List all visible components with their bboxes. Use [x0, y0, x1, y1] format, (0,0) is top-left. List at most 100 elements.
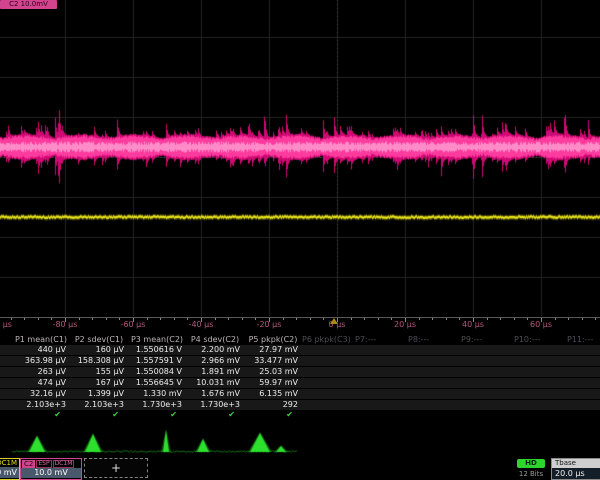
- measurement-value: 474 µV: [12, 378, 66, 388]
- measurement-value: 59.97 mV: [244, 378, 298, 388]
- time-axis-tick: [582, 318, 583, 320]
- time-axis-tick: [487, 318, 488, 320]
- measurement-status-check-icon: ✔: [70, 410, 119, 419]
- measurement-row: 2.103e+32.103e+31.730e+31.730e+3292: [0, 400, 600, 410]
- time-axis-tick: [242, 318, 243, 320]
- time-axis-tick: [323, 318, 324, 320]
- measurement-value: 1.676 mV: [186, 389, 240, 399]
- measurement-value: 1.556645 V: [128, 378, 182, 388]
- add-trace-button[interactable]: +: [84, 458, 148, 478]
- c2-scale-value: 10.0 mV: [21, 468, 81, 478]
- time-axis-label: -100 µs: [0, 320, 12, 329]
- channel-c2-descriptor[interactable]: C2 ESP DC1M 10.0 mV: [20, 458, 82, 480]
- measurement-value: 10.031 mV: [186, 378, 240, 388]
- time-axis-tick: [568, 318, 569, 320]
- time-axis-label: -20 µs: [257, 320, 282, 329]
- timebase-label: Tbase: [552, 459, 600, 468]
- c1-coupling-label: DC1M: [0, 459, 19, 467]
- measurement-header-unused[interactable]: P6 pkpk(C3): [302, 334, 354, 345]
- measurement-status-check-icon: ✔: [12, 410, 61, 419]
- measurement-value: 160 µV: [70, 345, 124, 355]
- measurement-value: 363.98 µV: [12, 356, 66, 366]
- time-axis-tick: [364, 318, 365, 320]
- measurement-value: 440 µV: [12, 345, 66, 355]
- time-axis-tick: [527, 318, 528, 320]
- measurement-header-unused[interactable]: P10:---: [514, 334, 566, 345]
- measurement-header-unused[interactable]: P11:---: [567, 334, 600, 345]
- measurement-header-unused[interactable]: P8:---: [408, 334, 460, 345]
- time-axis-tick: [38, 318, 39, 320]
- time-axis-tick: [92, 318, 93, 320]
- measurement-header[interactable]: P3 mean(C2): [128, 334, 186, 345]
- time-axis-tick: [446, 318, 447, 320]
- measurement-value: 25.03 mV: [244, 367, 298, 377]
- measurement-row: 440 µV160 µV1.550616 V2.200 mV27.97 mV: [0, 345, 600, 355]
- measurement-status-check-icon: ✔: [128, 410, 177, 419]
- time-axis-tick: [215, 318, 216, 320]
- time-axis-tick: [595, 318, 596, 320]
- timebase-descriptor[interactable]: Tbase 20.0 µs: [551, 458, 600, 480]
- channel-c1-descriptor[interactable]: DC1M 0 mV: [0, 458, 20, 480]
- time-axis-line: [0, 317, 600, 318]
- c2-esp-tag: ESP: [36, 460, 51, 468]
- waveform-grid[interactable]: C2 10.0mV: [0, 0, 600, 316]
- measurement-value: 1.891 mV: [186, 367, 240, 377]
- measurement-status-row: ✔✔✔✔✔: [0, 411, 600, 420]
- measurement-row: 363.98 µV158.308 µV1.557591 V2.966 mV33.…: [0, 356, 600, 366]
- measurement-value: 2.103e+3: [70, 400, 124, 410]
- time-axis-label: 20 µs: [394, 320, 416, 329]
- measurement-header[interactable]: P5 pkpk(C2): [244, 334, 302, 345]
- measurement-table: P1 mean(C1)P2 sdev(C1)P3 mean(C2)P4 sdev…: [0, 334, 600, 420]
- time-axis-tick: [228, 318, 229, 320]
- measurement-value: 2.103e+3: [12, 400, 66, 410]
- measurement-value: 1.550084 V: [128, 367, 182, 377]
- waveform-canvas[interactable]: [0, 0, 600, 316]
- time-axis-label: 40 µs: [462, 320, 484, 329]
- measurement-value: 292: [244, 400, 298, 410]
- time-axis-tick: [174, 318, 175, 320]
- measurement-value: 155 µV: [70, 367, 124, 377]
- time-axis-tick: [310, 318, 311, 320]
- c2-trace-badge[interactable]: C2 10.0mV: [0, 0, 57, 9]
- measurement-value: 1.730e+3: [128, 400, 182, 410]
- hd-mode-badge[interactable]: HD: [517, 459, 545, 468]
- measurement-header-unused[interactable]: P9:---: [461, 334, 513, 345]
- time-axis-tick: [378, 318, 379, 320]
- measurement-row: 474 µV 167 µV 1.556645 V 10.031 mV 59.97 mV: [0, 378, 600, 388]
- measurement-header-unused[interactable]: P7:---: [355, 334, 407, 345]
- measurement-value: 158.308 µV: [70, 356, 124, 366]
- measurement-status-check-icon: ✔: [244, 410, 293, 419]
- math-trace-canvas[interactable]: [0, 424, 600, 458]
- measurement-header[interactable]: P4 sdev(C2): [186, 334, 244, 345]
- time-axis-label: 60 µs: [530, 320, 552, 329]
- measurement-row: 32.16 µV1.399 µV1.330 mV1.676 mV6.135 mV: [0, 389, 600, 399]
- oscilloscope-screen: C2 10.0mV -100 µs -80 µs -60 µs -40 µs -20 µ…: [0, 0, 600, 480]
- measurement-header[interactable]: P1 mean(C1): [12, 334, 70, 345]
- time-axis-label: -60 µs: [121, 320, 146, 329]
- c2-channel-badge: C2: [22, 460, 35, 468]
- measurement-value: 263 µV: [12, 367, 66, 377]
- time-axis-tick: [391, 318, 392, 320]
- measurement-row: 263 µV 155 µV 1.550084 V 1.891 mV 25.03 mV: [0, 367, 600, 377]
- measurement-value: 27.97 mV: [244, 345, 298, 355]
- time-axis-tick: [459, 318, 460, 320]
- time-axis-tick: [351, 318, 352, 320]
- c1-scale-value: 0 mV: [0, 467, 19, 478]
- measurement-value: 167 µV: [70, 378, 124, 388]
- time-axis-label: -40 µs: [189, 320, 214, 329]
- measurement-value: 1.557591 V: [128, 356, 182, 366]
- measurement-value: 33.477 mV: [244, 356, 298, 366]
- time-axis-tick: [160, 318, 161, 320]
- time-axis-tick: [296, 318, 297, 320]
- time-axis-tick: [419, 318, 420, 320]
- time-axis-label: -80 µs: [53, 320, 78, 329]
- time-axis: -100 µs-80 µs-60 µs-40 µs-20 µs0 µs20 µs…: [0, 316, 600, 334]
- bottom-bar: DC1M 0 mV C2 ESP DC1M 10.0 mV + HD 12 Bi…: [0, 458, 600, 480]
- measurement-value: 32.16 µV: [12, 389, 66, 399]
- time-axis-tick: [500, 318, 501, 320]
- time-axis-tick: [24, 318, 25, 320]
- measurement-header[interactable]: P2 sdev(C1): [70, 334, 128, 345]
- time-axis-tick: [432, 318, 433, 320]
- trigger-time-marker[interactable]: [330, 318, 338, 324]
- measurement-value: 2.200 mV: [186, 345, 240, 355]
